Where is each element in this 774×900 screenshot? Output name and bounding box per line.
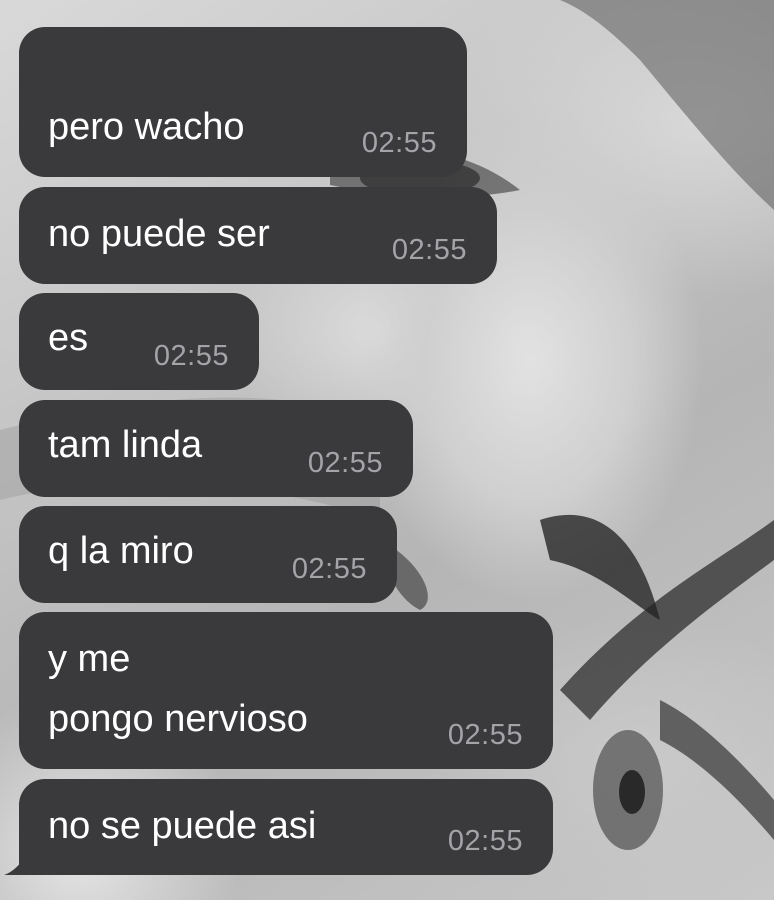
message-list[interactable]: pero wacho 02:55 no puede ser 02:55 es 0… [0,0,774,900]
message-bubble[interactable]: no se puede asi 02:55 [19,779,553,875]
message-timestamp: 02:55 [447,719,523,751]
message-text: q la miro [48,530,194,572]
bubble-tail-icon [4,836,44,875]
message-text: no se puede asi [48,805,317,847]
message-bubble[interactable]: no puede ser 02:55 [19,187,497,284]
message-text: pero wacho [48,106,245,148]
message-text: es [48,317,89,359]
message-text: tam linda [48,424,203,466]
message-timestamp: 02:55 [391,234,467,266]
message-bubble[interactable]: y me pongo nervioso 02:55 [19,612,553,769]
message-text-line: y me [48,638,131,680]
message-timestamp: 02:55 [153,340,229,372]
message-bubble[interactable]: q la miro 02:55 [19,506,397,603]
message-timestamp: 02:55 [447,825,523,857]
message-bubble[interactable]: es 02:55 [19,293,259,390]
message-bubble[interactable]: tam linda 02:55 [19,400,413,497]
message-text-line: pongo nervioso [48,698,308,740]
message-bubble[interactable]: pero wacho 02:55 [19,27,467,177]
message-timestamp: 02:55 [291,553,367,585]
message-text: no puede ser [48,213,270,255]
message-timestamp: 02:55 [307,447,383,479]
message-timestamp: 02:55 [361,127,437,159]
